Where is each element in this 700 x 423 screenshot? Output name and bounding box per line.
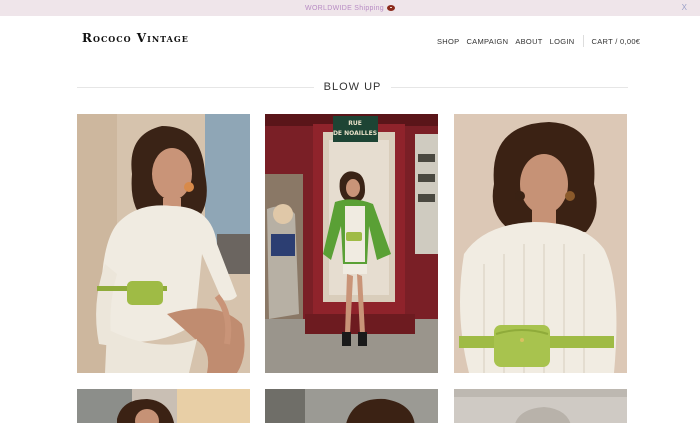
gallery-photo-1[interactable] <box>77 114 250 373</box>
announcement-text: WORLDWIDE Shipping <box>305 5 395 12</box>
nav-about[interactable]: ABOUT <box>515 37 542 46</box>
gallery-photo-5[interactable] <box>265 389 438 423</box>
cart-link[interactable]: CART / 0,00€ <box>592 37 641 46</box>
announcement-label: WORLDWIDE Shipping <box>305 4 384 12</box>
brand-logo[interactable]: Rococo Vintage <box>82 31 189 45</box>
street-sign-line2: DE NOAILLES <box>333 130 377 137</box>
announcement-bar: WORLDWIDE Shipping X <box>0 0 700 16</box>
gallery-photo-3[interactable] <box>454 114 627 373</box>
gallery-photo-6[interactable] <box>454 389 627 423</box>
section-title: BLOW UP <box>323 81 382 93</box>
divider-right <box>391 86 629 88</box>
section-header: BLOW UP <box>77 80 629 94</box>
nav-divider <box>582 35 584 47</box>
nav-campaign[interactable]: CAMPAIGN <box>466 37 508 46</box>
nav-shop[interactable]: SHOP <box>437 37 459 46</box>
announcement-close-button[interactable]: X <box>682 3 687 12</box>
main-nav: SHOP CAMPAIGN ABOUT LOGIN CART / 0,00€ <box>437 35 647 47</box>
divider-left <box>77 86 314 88</box>
football-icon <box>386 5 395 11</box>
street-sign-line1: RUE <box>348 120 362 127</box>
gallery-photo-2[interactable]: RUE DE NOAILLES <box>265 114 438 373</box>
nav-login[interactable]: LOGIN <box>550 37 575 46</box>
gallery-photo-4[interactable] <box>77 389 250 423</box>
